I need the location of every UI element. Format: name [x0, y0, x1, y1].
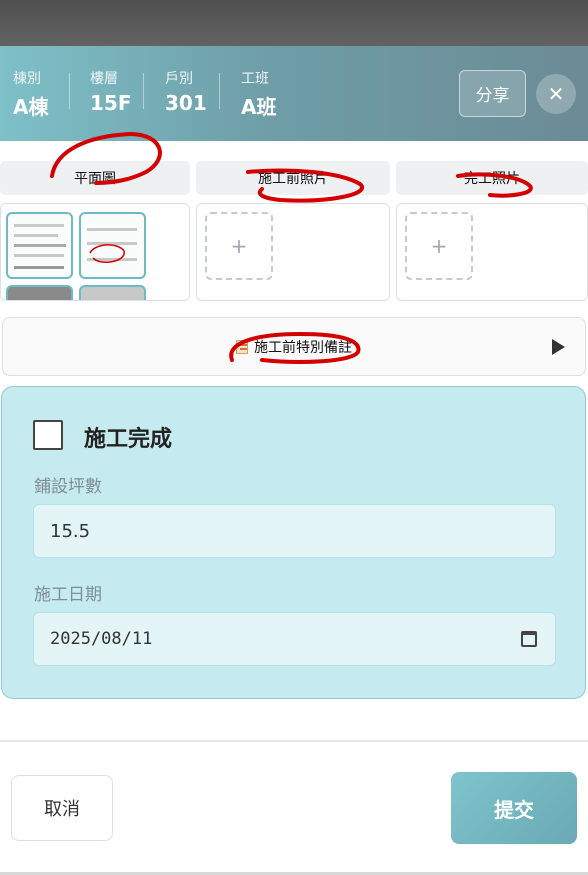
floor-plan-panel	[0, 203, 190, 301]
plus-icon: +	[230, 234, 248, 258]
cancel-button[interactable]: 取消	[11, 775, 113, 841]
add-photo-button[interactable]: +	[405, 212, 473, 280]
tab-completion-photos[interactable]: 完工照片	[396, 161, 588, 195]
crew-label: 工班	[241, 71, 269, 87]
tab-before-photos[interactable]: 施工前照片	[196, 161, 390, 195]
floor-plan-thumbnail[interactable]	[79, 285, 146, 300]
completion-photos-panel: +	[396, 203, 588, 301]
floor-plan-thumbnail[interactable]	[6, 285, 73, 300]
header: 棟別 A棟 樓層 15F 戶別 301 工班 A班 分享 ✕	[0, 46, 588, 141]
header-divider	[143, 73, 144, 109]
crew-value: A班	[241, 95, 277, 119]
add-photo-button[interactable]: +	[205, 212, 273, 280]
unit-label: 戶別	[165, 71, 193, 87]
building-label: 棟別	[13, 71, 41, 87]
floor-label: 樓層	[90, 71, 118, 87]
submit-button[interactable]: 提交	[451, 772, 577, 844]
tab-before-photos-label: 施工前照片	[258, 171, 328, 187]
before-photos-panel: +	[196, 203, 390, 301]
date-value: 2025/08/11	[50, 629, 153, 649]
date-label: 施工日期	[34, 585, 102, 605]
area-input[interactable]: 15.5	[33, 504, 556, 558]
header-divider	[219, 73, 220, 109]
floor-plan-thumbnail[interactable]	[6, 212, 73, 279]
unit-field: 戶別 301	[165, 68, 207, 115]
memo-icon	[236, 339, 248, 354]
tab-floor-plan-label: 平面圖	[74, 171, 116, 187]
building-field: 棟別 A棟	[13, 68, 48, 120]
crew-field: 工班 A班	[241, 68, 276, 120]
completion-form: 施工完成 鋪設坪數 15.5 施工日期 2025/08/11	[1, 386, 586, 699]
building-value: A棟	[13, 95, 49, 119]
plus-icon: +	[430, 234, 448, 258]
unit-value: 301	[165, 91, 207, 115]
calendar-icon[interactable]	[521, 631, 537, 647]
date-input[interactable]: 2025/08/11	[33, 612, 556, 666]
tab-floor-plan[interactable]: 平面圖	[0, 161, 190, 195]
completion-label: 施工完成	[84, 427, 173, 452]
completion-checkbox[interactable]	[33, 420, 63, 450]
special-notes-label: 施工前特別備註	[254, 339, 352, 356]
header-divider	[69, 73, 70, 109]
floor-field: 樓層 15F	[90, 68, 132, 115]
tab-completion-photos-label: 完工照片	[464, 171, 520, 187]
special-notes-toggle[interactable]: 施工前特別備註	[2, 317, 586, 376]
area-value: 15.5	[50, 520, 91, 542]
close-icon: ✕	[547, 82, 565, 106]
floor-plan-thumbnail[interactable]	[79, 212, 146, 279]
close-button[interactable]: ✕	[536, 74, 576, 114]
top-bar	[0, 0, 588, 46]
share-button[interactable]: 分享	[459, 70, 526, 117]
play-arrow-icon	[552, 339, 565, 355]
area-label: 鋪設坪數	[34, 477, 102, 497]
footer-divider	[0, 740, 588, 742]
floor-value: 15F	[90, 91, 132, 115]
